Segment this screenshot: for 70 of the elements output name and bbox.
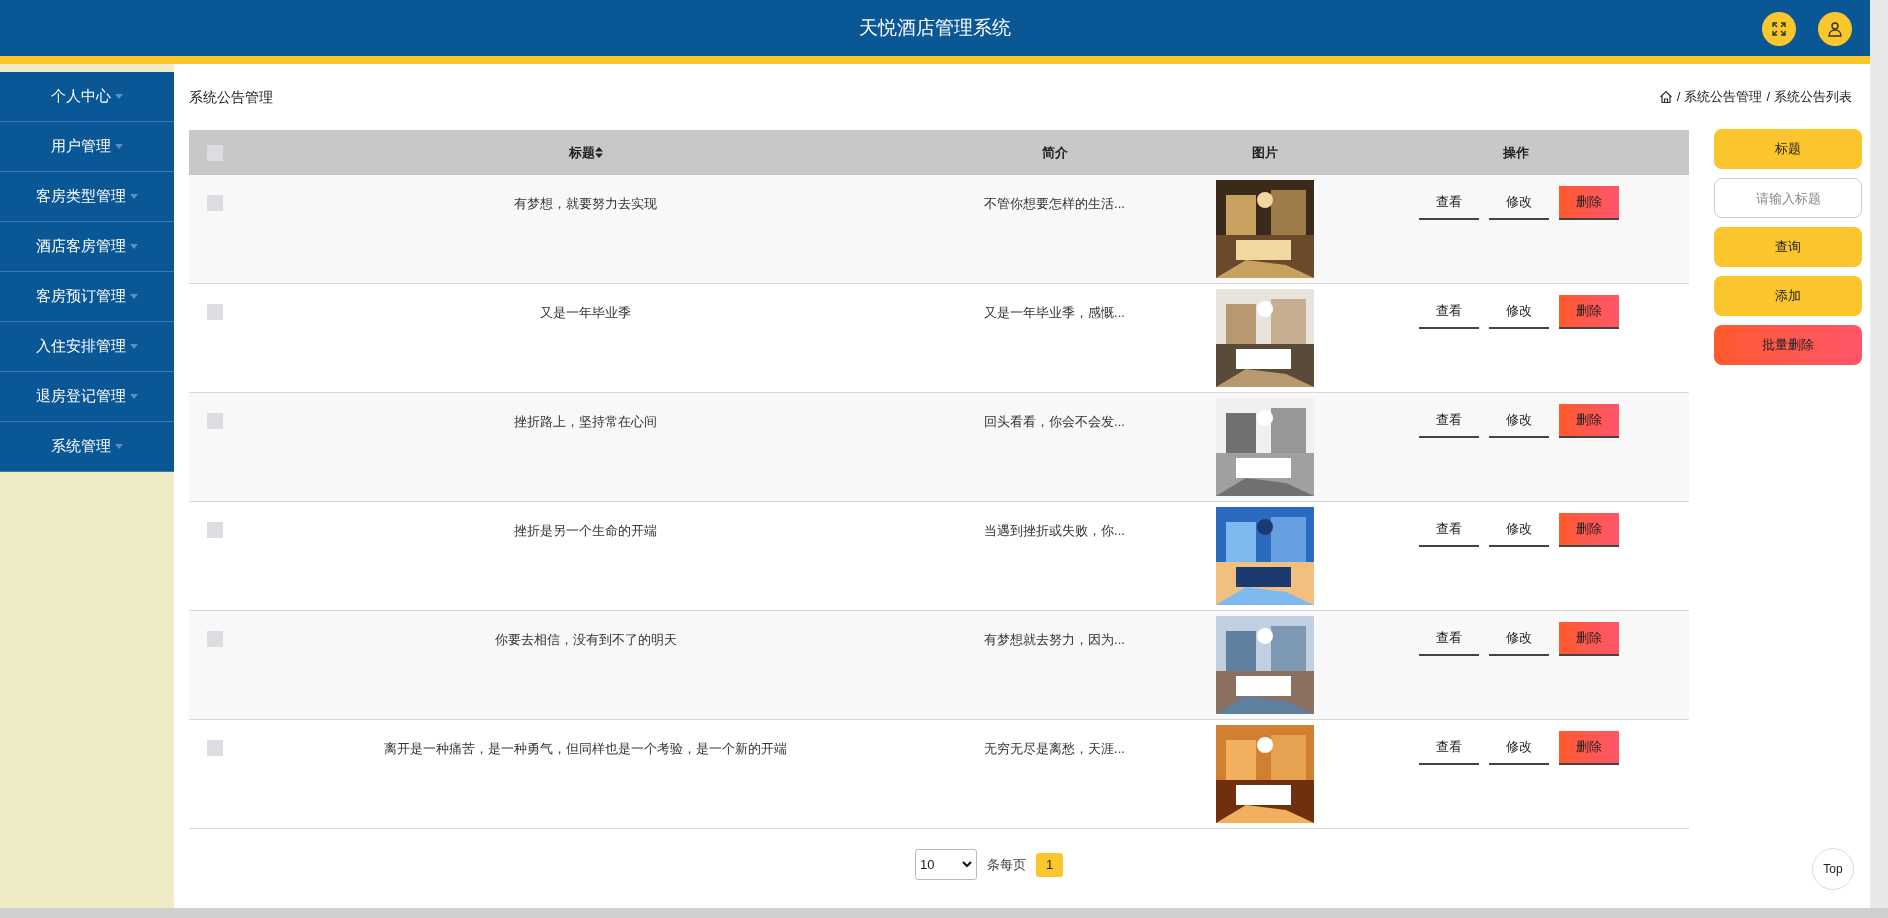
table-cell-text: 你要去相信，没有到不了的明天 bbox=[494, 631, 677, 649]
back-to-top-button[interactable]: Top bbox=[1812, 848, 1854, 890]
row-checkbox[interactable] bbox=[207, 304, 223, 320]
delete-button[interactable]: 删除 bbox=[1558, 186, 1619, 220]
table-cell-text: 有梦想就去努力，因为... bbox=[984, 631, 1125, 649]
table-cell-text: 离开是一种痛苦，是一种勇气，但同样也是一个考验，是一个新的开端 bbox=[384, 740, 787, 758]
select-all-checkbox[interactable] bbox=[207, 144, 223, 161]
delete-button[interactable]: 删除 bbox=[1558, 404, 1619, 438]
breadcrumb-link[interactable]: 系统公告列表 bbox=[1774, 87, 1852, 107]
edit-button[interactable]: 修改 bbox=[1488, 731, 1549, 765]
sidebar-item[interactable]: 酒店客房管理 bbox=[0, 222, 174, 272]
delete-button[interactable]: 删除 bbox=[1558, 731, 1619, 765]
row-checkbox[interactable] bbox=[207, 631, 223, 647]
delete-button[interactable]: 删除 bbox=[1558, 295, 1619, 329]
table-cell-text: 当遇到挫折或失败，你... bbox=[984, 522, 1125, 540]
table-cell-text: 回头看看，你会不会发... bbox=[984, 413, 1125, 431]
action-button[interactable]: 查询 bbox=[1714, 227, 1862, 267]
batch-delete-button[interactable]: 批量删除 bbox=[1714, 325, 1862, 365]
sidebar-item[interactable]: 用户管理 bbox=[0, 122, 174, 172]
app-title: 天悦酒店管理系统 bbox=[859, 15, 1011, 40]
delete-button[interactable]: 删除 bbox=[1558, 513, 1619, 547]
view-button[interactable]: 查看 bbox=[1418, 513, 1479, 547]
row-checkbox[interactable] bbox=[207, 740, 223, 756]
table-cell-text: 有梦想，就要努力去实现 bbox=[514, 195, 657, 213]
home-icon[interactable] bbox=[1658, 90, 1673, 104]
row-checkbox[interactable] bbox=[207, 413, 223, 429]
view-button[interactable]: 查看 bbox=[1418, 622, 1479, 656]
sidebar-item[interactable]: 客房预订管理 bbox=[0, 272, 174, 322]
expand-icon bbox=[1771, 21, 1787, 37]
sidebar-item[interactable]: 客房类型管理 bbox=[0, 172, 174, 222]
fullscreen-button[interactable] bbox=[1762, 12, 1796, 46]
sidebar-item[interactable]: 入住安排管理 bbox=[0, 322, 174, 372]
column-header: 简介 bbox=[1041, 143, 1068, 162]
breadcrumb-separator: / bbox=[1676, 88, 1681, 107]
page-size-select[interactable]: 10 bbox=[915, 849, 977, 880]
edit-button[interactable]: 修改 bbox=[1488, 622, 1549, 656]
table-cell-text: 挫折路上，坚持常在心间 bbox=[514, 413, 657, 431]
column-header: 操作 bbox=[1502, 143, 1529, 162]
user-icon bbox=[1827, 21, 1843, 37]
delete-button[interactable]: 删除 bbox=[1558, 622, 1619, 656]
table-cell-text: 挫折是另一个生命的开端 bbox=[514, 522, 657, 540]
breadcrumb-link[interactable]: 系统公告管理 bbox=[1684, 87, 1763, 107]
per-page-label: 条每页 bbox=[987, 855, 1026, 874]
column-header[interactable]: 标题 bbox=[568, 142, 603, 163]
edit-button[interactable]: 修改 bbox=[1488, 186, 1549, 220]
search-field[interactable]: 请输入标题 bbox=[1714, 178, 1862, 218]
user-button[interactable] bbox=[1818, 12, 1852, 46]
view-button[interactable]: 查看 bbox=[1418, 404, 1479, 438]
column-header: 图片 bbox=[1251, 143, 1278, 162]
edit-button[interactable]: 修改 bbox=[1488, 295, 1549, 329]
edit-button[interactable]: 修改 bbox=[1488, 404, 1549, 438]
sidebar-item[interactable]: 个人中心 bbox=[0, 72, 174, 122]
sidebar-item[interactable]: 退房登记管理 bbox=[0, 372, 174, 422]
view-button[interactable]: 查看 bbox=[1418, 186, 1479, 220]
sidebar-item[interactable]: 系统管理 bbox=[0, 422, 174, 472]
view-button[interactable]: 查看 bbox=[1418, 731, 1479, 765]
table-cell-text: 无穷无尽是离愁，天涯... bbox=[984, 740, 1125, 758]
chevron-down-icon bbox=[962, 861, 972, 868]
action-button[interactable]: 添加 bbox=[1714, 276, 1862, 316]
table-cell-text: 又是一年毕业季，感慨... bbox=[984, 304, 1125, 322]
search-label: 标题 bbox=[1714, 129, 1862, 169]
page-title: 系统公告管理 bbox=[189, 87, 273, 107]
table-cell-text: 不管你想要怎样的生活... bbox=[984, 195, 1125, 213]
row-checkbox[interactable] bbox=[207, 195, 223, 211]
breadcrumb-separator: / bbox=[1766, 88, 1770, 107]
page-button[interactable]: 1 bbox=[1036, 852, 1063, 877]
view-button[interactable]: 查看 bbox=[1418, 295, 1479, 329]
edit-button[interactable]: 修改 bbox=[1488, 513, 1549, 547]
row-checkbox[interactable] bbox=[207, 522, 223, 538]
table-cell-text: 又是一年毕业季 bbox=[540, 304, 631, 322]
